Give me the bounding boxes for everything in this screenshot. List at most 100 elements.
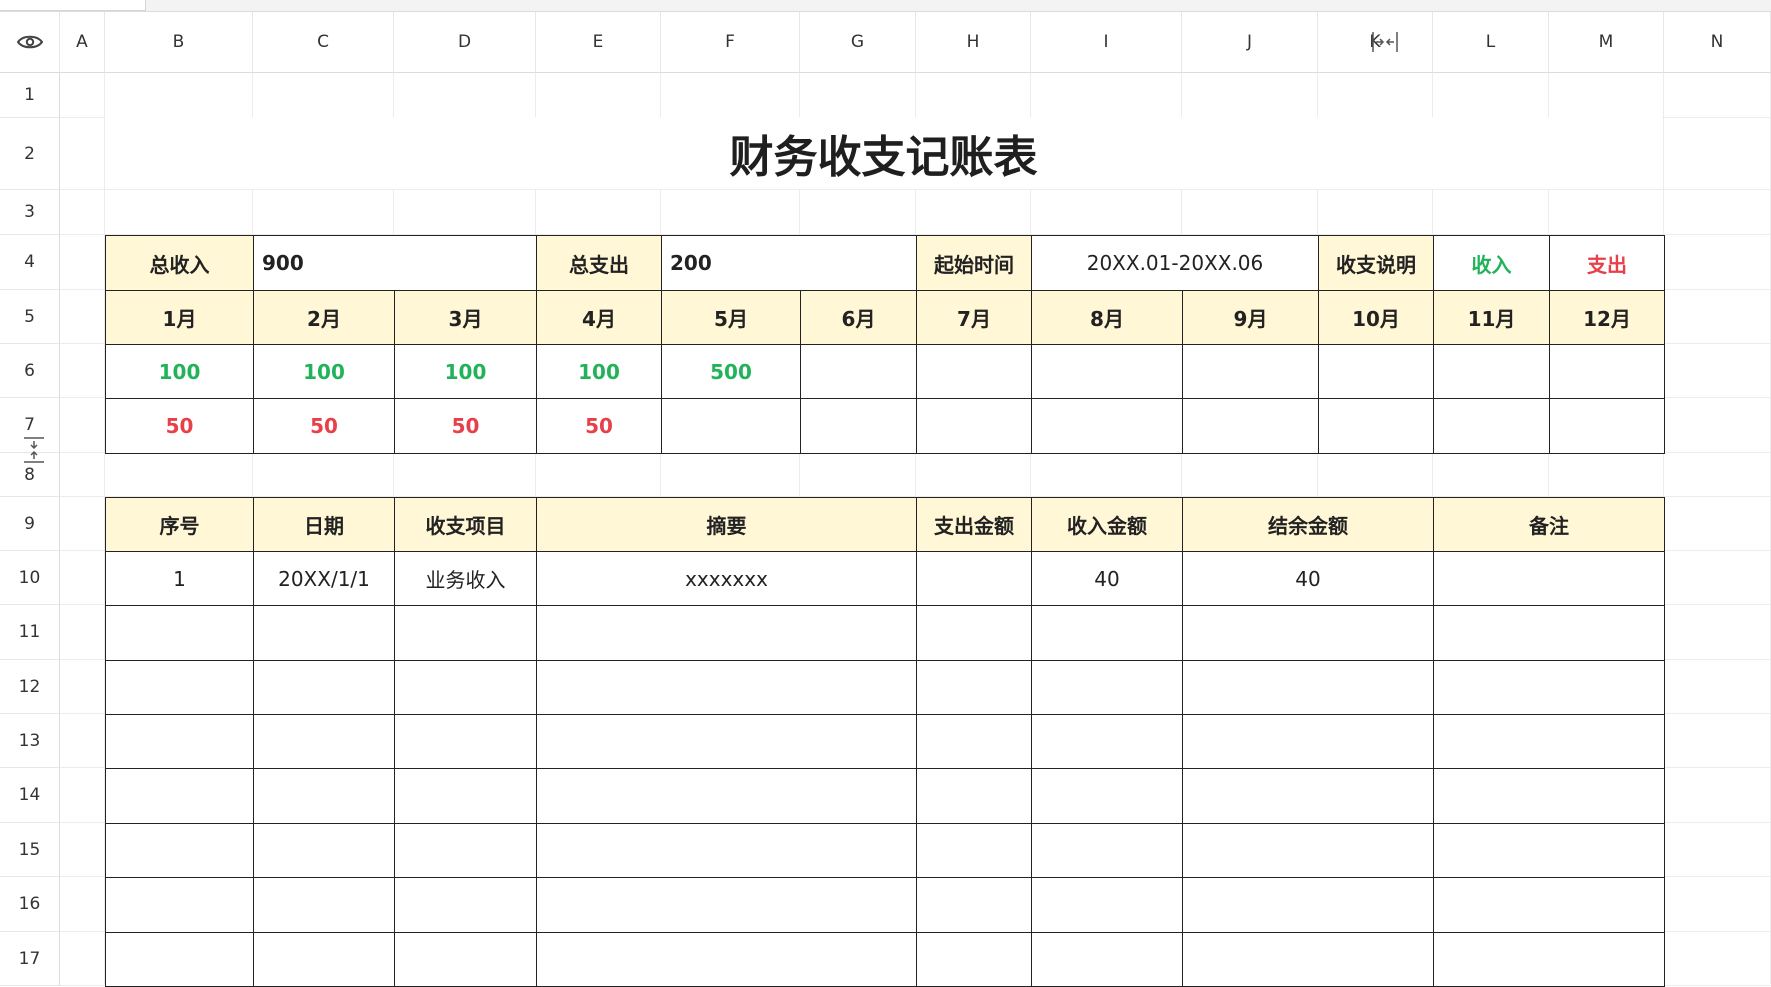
monthly-expense-cell[interactable]: [1182, 398, 1319, 454]
ledger-cell[interactable]: [1433, 768, 1665, 824]
ledger-cell[interactable]: [1433, 877, 1665, 933]
ledger-cell[interactable]: [394, 768, 537, 824]
ledger-cell[interactable]: 20XX/1/1: [253, 551, 395, 606]
ledger-cell[interactable]: [253, 768, 395, 824]
ledger-header[interactable]: 收支项目: [394, 497, 537, 552]
ledger-cell[interactable]: [253, 823, 395, 878]
ledger-cell[interactable]: [1433, 551, 1665, 606]
monthly-income-cell[interactable]: [1433, 344, 1550, 399]
ledger-cell[interactable]: [253, 714, 395, 769]
ledger-cell[interactable]: [916, 714, 1032, 769]
ledger-cell[interactable]: [536, 714, 917, 769]
ledger-cell[interactable]: 1: [105, 551, 254, 606]
monthly-expense-cell[interactable]: 50: [536, 398, 662, 454]
ledger-cell[interactable]: [1182, 660, 1434, 715]
month-header[interactable]: 8月: [1031, 290, 1183, 345]
month-header[interactable]: 4月: [536, 290, 662, 345]
monthly-income-cell[interactable]: [1182, 344, 1319, 399]
column-header-b[interactable]: B: [105, 12, 253, 73]
ledger-cell[interactable]: [1031, 823, 1183, 878]
ledger-cell[interactable]: [536, 823, 917, 878]
monthly-expense-cell[interactable]: [916, 398, 1032, 454]
column-header-h[interactable]: H: [916, 12, 1031, 73]
row-header-15[interactable]: 15: [0, 823, 60, 877]
ledger-cell[interactable]: [253, 877, 395, 933]
ledger-header[interactable]: 摘要: [536, 497, 917, 552]
monthly-income-cell[interactable]: 100: [394, 344, 537, 399]
ledger-cell[interactable]: [105, 714, 254, 769]
monthly-expense-cell[interactable]: [1031, 398, 1183, 454]
ledger-cell[interactable]: [105, 932, 254, 987]
month-header[interactable]: 3月: [394, 290, 537, 345]
ledger-cell[interactable]: [105, 877, 254, 933]
ledger-cell[interactable]: [394, 823, 537, 878]
ledger-cell[interactable]: [1182, 768, 1434, 824]
column-header-d[interactable]: D: [394, 12, 536, 73]
ledger-header[interactable]: 日期: [253, 497, 395, 552]
ledger-cell[interactable]: [1031, 877, 1183, 933]
column-header-a[interactable]: A: [60, 12, 105, 73]
ledger-cell[interactable]: [105, 660, 254, 715]
month-header[interactable]: 5月: [661, 290, 801, 345]
monthly-expense-cell[interactable]: [1433, 398, 1550, 454]
monthly-income-cell[interactable]: [916, 344, 1032, 399]
ledger-cell[interactable]: [394, 877, 537, 933]
monthly-expense-cell[interactable]: [1549, 398, 1665, 454]
eye-icon[interactable]: [16, 34, 43, 50]
row-header-4[interactable]: 4: [0, 235, 60, 290]
row-header-14[interactable]: 14: [0, 768, 60, 823]
monthly-income-cell[interactable]: 500: [661, 344, 801, 399]
ledger-cell[interactable]: [916, 932, 1032, 987]
row-header-10[interactable]: 10: [0, 551, 60, 605]
column-header-j[interactable]: J: [1182, 12, 1318, 73]
ledger-cell[interactable]: [1433, 932, 1665, 987]
ledger-cell[interactable]: 40: [1031, 551, 1183, 606]
ledger-cell[interactable]: [1031, 932, 1183, 987]
ledger-cell[interactable]: [1182, 605, 1434, 661]
ledger-cell[interactable]: [253, 660, 395, 715]
ledger-cell[interactable]: [1182, 823, 1434, 878]
monthly-income-cell[interactable]: [800, 344, 917, 399]
ledger-cell[interactable]: [536, 605, 917, 661]
month-header[interactable]: 2月: [253, 290, 395, 345]
ledger-cell[interactable]: [916, 605, 1032, 661]
ledger-cell[interactable]: [536, 932, 917, 987]
ledger-cell[interactable]: [536, 877, 917, 933]
month-header[interactable]: 1月: [105, 290, 254, 345]
ledger-header[interactable]: 序号: [105, 497, 254, 552]
month-header[interactable]: 9月: [1182, 290, 1319, 345]
row-header-1[interactable]: 1: [0, 73, 60, 118]
ledger-cell[interactable]: [916, 660, 1032, 715]
ledger-cell[interactable]: [105, 768, 254, 824]
monthly-income-cell[interactable]: [1031, 344, 1183, 399]
ledger-cell[interactable]: [536, 660, 917, 715]
ledger-cell[interactable]: [105, 605, 254, 661]
column-header-c[interactable]: C: [253, 12, 394, 73]
row-header-6[interactable]: 6: [0, 344, 60, 398]
monthly-expense-cell[interactable]: 50: [394, 398, 537, 454]
ledger-cell[interactable]: [1433, 714, 1665, 769]
name-box[interactable]: [0, 0, 146, 11]
monthly-income-cell[interactable]: [1318, 344, 1434, 399]
monthly-income-cell[interactable]: [1549, 344, 1665, 399]
row-header-3[interactable]: 3: [0, 190, 60, 235]
ledger-cell[interactable]: [1031, 605, 1183, 661]
ledger-cell[interactable]: xxxxxxx: [536, 551, 917, 606]
total-income-label[interactable]: 总收入: [105, 235, 254, 291]
ledger-cell[interactable]: [916, 551, 1032, 606]
row-header-11[interactable]: 11: [0, 605, 60, 660]
monthly-expense-cell[interactable]: 50: [105, 398, 254, 454]
ledger-cell[interactable]: 业务收入: [394, 551, 537, 606]
ledger-cell[interactable]: [1031, 660, 1183, 715]
ledger-header[interactable]: 支出金额: [916, 497, 1032, 552]
column-header-g[interactable]: G: [800, 12, 916, 73]
column-header-i[interactable]: I: [1031, 12, 1182, 73]
row-header-17[interactable]: 17: [0, 932, 60, 986]
monthly-expense-cell[interactable]: [1318, 398, 1434, 454]
row-header-12[interactable]: 12: [0, 660, 60, 714]
ledger-cell[interactable]: [394, 714, 537, 769]
ledger-cell[interactable]: [105, 823, 254, 878]
column-header-e[interactable]: E: [536, 12, 661, 73]
ledger-cell[interactable]: [394, 660, 537, 715]
ledger-cell[interactable]: [916, 877, 1032, 933]
